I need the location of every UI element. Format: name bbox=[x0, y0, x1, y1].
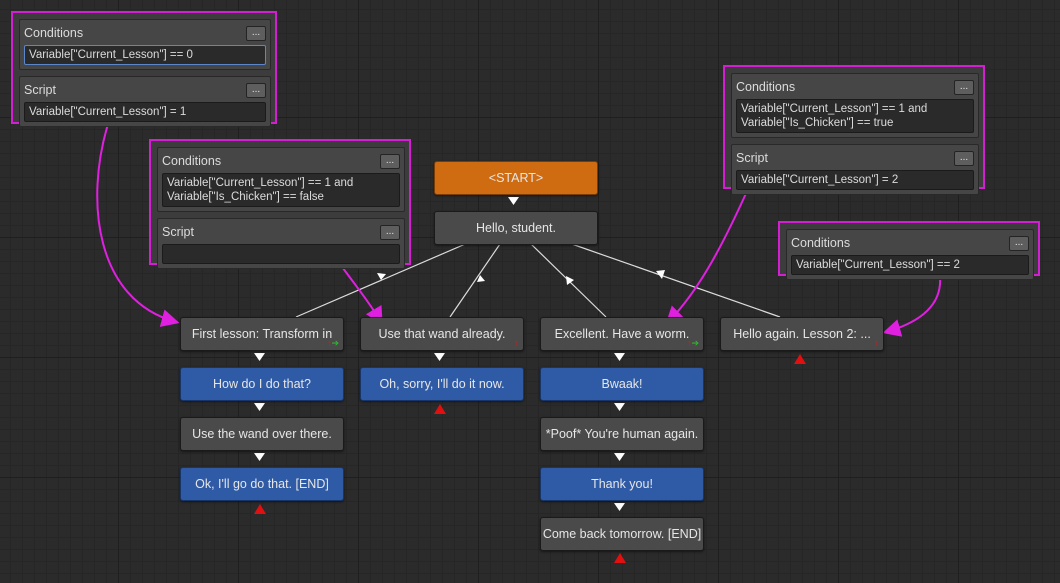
link-indicator-icons: ↑ bbox=[514, 338, 520, 348]
end-marker-icon bbox=[254, 504, 266, 514]
end-marker-icon bbox=[614, 553, 626, 563]
node-ok-go[interactable]: Ok, I'll go do that. [END] bbox=[180, 467, 344, 501]
conditions-menu-button[interactable]: ... bbox=[246, 25, 266, 41]
node-first-lesson[interactable]: First lesson: Transform in ↑➔ bbox=[180, 317, 344, 351]
conditions-field[interactable]: Variable["Current_Lesson"] == 1 and Vari… bbox=[162, 173, 400, 207]
script-field[interactable] bbox=[162, 244, 400, 264]
arrow-to-excellent bbox=[566, 276, 574, 285]
conditions-label: Conditions bbox=[791, 236, 851, 250]
script-label: Script bbox=[24, 83, 56, 97]
node-use-wand-already[interactable]: Use that wand already. ↑ bbox=[360, 317, 524, 351]
node-oh-sorry[interactable]: Oh, sorry, I'll do it now. bbox=[360, 367, 524, 401]
node-use-wand-over-there[interactable]: Use the wand over there. bbox=[180, 417, 344, 451]
node-excellent[interactable]: Excellent. Have a worm. ↑➔ bbox=[540, 317, 704, 351]
end-marker-icon bbox=[434, 404, 446, 414]
node-thank-you[interactable]: Thank you! bbox=[540, 467, 704, 501]
link-indicator-icons: ↑➔ bbox=[326, 338, 339, 348]
script-section: Script... Variable["Current_Lesson"] = 2 bbox=[731, 144, 979, 195]
node-how-do-i[interactable]: How do I do that? bbox=[180, 367, 344, 401]
link-hello-hello-again bbox=[565, 241, 781, 318]
panel-first-lesson: Conditions... Variable["Current_Lesson"]… bbox=[11, 11, 277, 127]
script-menu-button[interactable]: ... bbox=[954, 150, 974, 166]
script-menu-button[interactable]: ... bbox=[380, 224, 400, 240]
arrow-to-hello-again bbox=[656, 270, 665, 279]
conditions-label: Conditions bbox=[24, 26, 84, 40]
conditions-field[interactable]: Variable["Current_Lesson"] == 2 bbox=[791, 255, 1029, 275]
script-field[interactable]: Variable["Current_Lesson"] = 1 bbox=[24, 102, 266, 122]
conditions-section: Conditions... Variable["Current_Lesson"]… bbox=[731, 73, 979, 138]
link-hello-excellent bbox=[530, 243, 607, 318]
panel-hello-again: Conditions... Variable["Current_Lesson"]… bbox=[778, 221, 1040, 280]
node-hello-again[interactable]: Hello again. Lesson 2: ... ↑ bbox=[720, 317, 884, 351]
arrow-to-first-lesson bbox=[377, 273, 386, 280]
script-label: Script bbox=[162, 225, 194, 239]
script-section: Script... bbox=[157, 218, 405, 269]
script-menu-button[interactable]: ... bbox=[246, 82, 266, 98]
dialogue-graph-canvas[interactable]: <START> Hello, student. First lesson: Tr… bbox=[0, 0, 1060, 583]
conditions-menu-button[interactable]: ... bbox=[1009, 235, 1029, 251]
annotation-link-p4 bbox=[882, 275, 942, 337]
script-field[interactable]: Variable["Current_Lesson"] = 2 bbox=[736, 170, 974, 190]
node-bwaak[interactable]: Bwaak! bbox=[540, 367, 704, 401]
start-node[interactable]: <START> bbox=[434, 161, 598, 195]
link-indicator-icons: ↑ bbox=[874, 338, 880, 348]
conditions-section: Conditions... Variable["Current_Lesson"]… bbox=[157, 147, 405, 212]
annotation-link-p2 bbox=[339, 263, 383, 326]
link-indicator-icons: ↑➔ bbox=[686, 338, 699, 348]
conditions-label: Conditions bbox=[736, 80, 796, 94]
conditions-section: Conditions... Variable["Current_Lesson"]… bbox=[786, 229, 1034, 280]
conditions-field[interactable]: Variable["Current_Lesson"] == 1 and Vari… bbox=[736, 99, 974, 133]
conditions-section: Conditions... Variable["Current_Lesson"]… bbox=[19, 19, 271, 70]
panel-use-wand: Conditions... Variable["Current_Lesson"]… bbox=[149, 139, 411, 269]
end-marker-icon bbox=[794, 354, 806, 364]
arrow-to-use-wand bbox=[477, 275, 485, 282]
annotation-link-p3 bbox=[665, 188, 749, 325]
conditions-menu-button[interactable]: ... bbox=[954, 79, 974, 95]
node-poof[interactable]: *Poof* You're human again. bbox=[540, 417, 704, 451]
link-hello-use-wand bbox=[449, 243, 501, 318]
script-label: Script bbox=[736, 151, 768, 165]
conditions-field[interactable]: Variable["Current_Lesson"] == 0 bbox=[24, 45, 266, 65]
script-section: Script... Variable["Current_Lesson"] = 1 bbox=[19, 76, 271, 127]
panel-excellent: Conditions... Variable["Current_Lesson"]… bbox=[723, 65, 985, 195]
conditions-menu-button[interactable]: ... bbox=[380, 153, 400, 169]
node-hello-student[interactable]: Hello, student. bbox=[434, 211, 598, 245]
node-come-back[interactable]: Come back tomorrow. [END] bbox=[540, 517, 704, 551]
conditions-label: Conditions bbox=[162, 154, 222, 168]
